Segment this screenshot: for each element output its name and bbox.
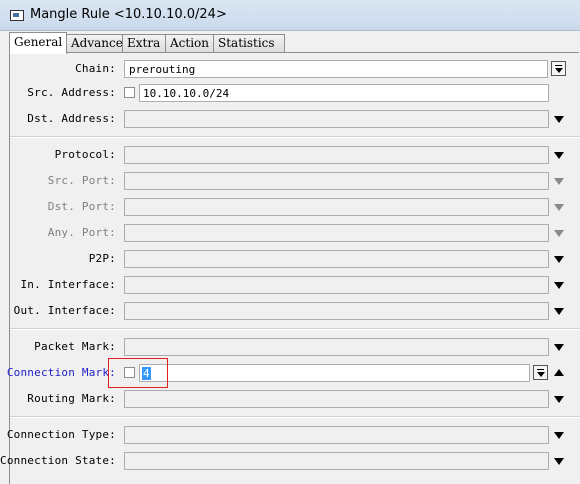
src-port-row: Src. Port: <box>0 172 580 192</box>
chain-label: Chain: <box>75 62 116 75</box>
dst-address-row: Dst. Address: <box>0 110 580 130</box>
tab-statistics[interactable]: Statistics <box>213 34 285 53</box>
chevron-down-icon <box>554 256 564 263</box>
window-icon <box>10 10 24 21</box>
connection-type-row: Connection Type: <box>0 426 580 446</box>
p2p-label: P2P: <box>88 252 116 265</box>
src-address-field[interactable]: 10.10.10.0/24 <box>139 84 549 102</box>
protocol-field[interactable] <box>124 146 549 164</box>
any-port-dropdown <box>551 225 567 241</box>
connection-state-label: Connection State: <box>0 454 116 467</box>
packet-mark-row: Packet Mark: <box>0 338 580 358</box>
in-interface-row: In. Interface: <box>0 276 580 296</box>
connection-mark-field[interactable]: 4 <box>139 364 530 382</box>
chevron-down-icon <box>554 432 564 439</box>
connection-type-label: Connection Type: <box>6 428 116 441</box>
any-port-row: Any. Port: <box>0 224 580 244</box>
dst-port-row: Dst. Port: <box>0 198 580 218</box>
connection-mark-dropdown-button[interactable] <box>533 365 548 380</box>
chevron-down-icon <box>554 308 564 315</box>
tab-general[interactable]: General <box>9 32 67 54</box>
connection-state-row: Connection State: <box>0 452 580 472</box>
protocol-dropdown[interactable] <box>551 147 567 163</box>
src-port-label: Src. Port: <box>47 174 116 187</box>
routing-mark-row: Routing Mark: <box>0 390 580 410</box>
chevron-down-icon <box>554 204 564 211</box>
in-interface-dropdown[interactable] <box>551 277 567 293</box>
chevron-down-icon <box>537 372 545 377</box>
routing-mark-dropdown[interactable] <box>551 391 567 407</box>
dst-port-dropdown <box>551 199 567 215</box>
packet-mark-dropdown[interactable] <box>551 339 567 355</box>
chevron-down-icon <box>554 152 564 159</box>
connection-state-field[interactable] <box>124 452 549 470</box>
title-bar: Mangle Rule <10.10.10.0/24> <box>0 0 580 31</box>
chevron-down-icon <box>554 116 564 123</box>
tab-extra[interactable]: Extra <box>122 34 166 53</box>
connection-mark-row: Connection Mark: 4 <box>0 364 580 384</box>
separator <box>10 416 580 418</box>
connection-mark-collapse[interactable] <box>551 365 567 381</box>
routing-mark-label: Routing Mark: <box>27 392 116 405</box>
chevron-down-icon <box>554 344 564 351</box>
chevron-down-icon <box>554 282 564 289</box>
protocol-row: Protocol: <box>0 146 580 166</box>
dst-address-label: Dst. Address: <box>27 112 116 125</box>
out-interface-row: Out. Interface: <box>0 302 580 322</box>
tab-advanced[interactable]: Advanced <box>66 34 131 53</box>
separator <box>10 328 580 330</box>
chevron-down-icon <box>554 396 564 403</box>
src-port-field <box>124 172 549 190</box>
chain-value: prerouting <box>129 63 196 76</box>
dropdown-bar-icon <box>537 369 544 370</box>
p2p-dropdown[interactable] <box>551 251 567 267</box>
connection-mark-label: Connection Mark: <box>6 366 116 379</box>
dst-address-dropdown[interactable] <box>551 111 567 127</box>
dropdown-bar-icon <box>555 65 562 66</box>
tab-action[interactable]: Action <box>165 34 214 53</box>
src-address-value: 10.10.10.0/24 <box>143 87 230 100</box>
dst-port-field <box>124 198 549 216</box>
in-interface-field[interactable] <box>124 276 549 294</box>
chevron-up-icon <box>554 369 564 376</box>
chain-dropdown-button[interactable] <box>551 61 566 76</box>
chevron-down-icon <box>554 230 564 237</box>
src-address-negate-checkbox[interactable] <box>124 87 135 98</box>
window-title: Mangle Rule <10.10.10.0/24> <box>30 7 227 22</box>
protocol-label: Protocol: <box>54 148 116 161</box>
connection-state-dropdown[interactable] <box>551 453 567 469</box>
chevron-down-icon <box>554 178 564 185</box>
dst-port-label: Dst. Port: <box>47 200 116 213</box>
src-port-dropdown <box>551 173 567 189</box>
any-port-field <box>124 224 549 242</box>
chevron-down-icon <box>555 68 563 73</box>
packet-mark-field[interactable] <box>124 338 549 356</box>
out-interface-field[interactable] <box>124 302 549 320</box>
highlight-box <box>108 358 168 388</box>
separator <box>10 136 580 138</box>
routing-mark-field[interactable] <box>124 390 549 408</box>
connection-type-dropdown[interactable] <box>551 427 567 443</box>
any-port-label: Any. Port: <box>47 226 116 239</box>
out-interface-dropdown[interactable] <box>551 303 567 319</box>
in-interface-label: In. Interface: <box>20 278 116 291</box>
packet-mark-label: Packet Mark: <box>34 340 116 353</box>
connection-type-field[interactable] <box>124 426 549 444</box>
src-address-label: Src. Address: <box>27 86 116 99</box>
chevron-down-icon <box>554 458 564 465</box>
p2p-field[interactable] <box>124 250 549 268</box>
p2p-row: P2P: <box>0 250 580 270</box>
chain-field[interactable]: prerouting <box>124 60 548 78</box>
src-address-row: Src. Address: 10.10.10.0/24 <box>0 84 580 104</box>
dst-address-field[interactable] <box>124 110 549 128</box>
out-interface-label: Out. Interface: <box>13 304 116 317</box>
chain-row: Chain: prerouting <box>0 60 580 80</box>
